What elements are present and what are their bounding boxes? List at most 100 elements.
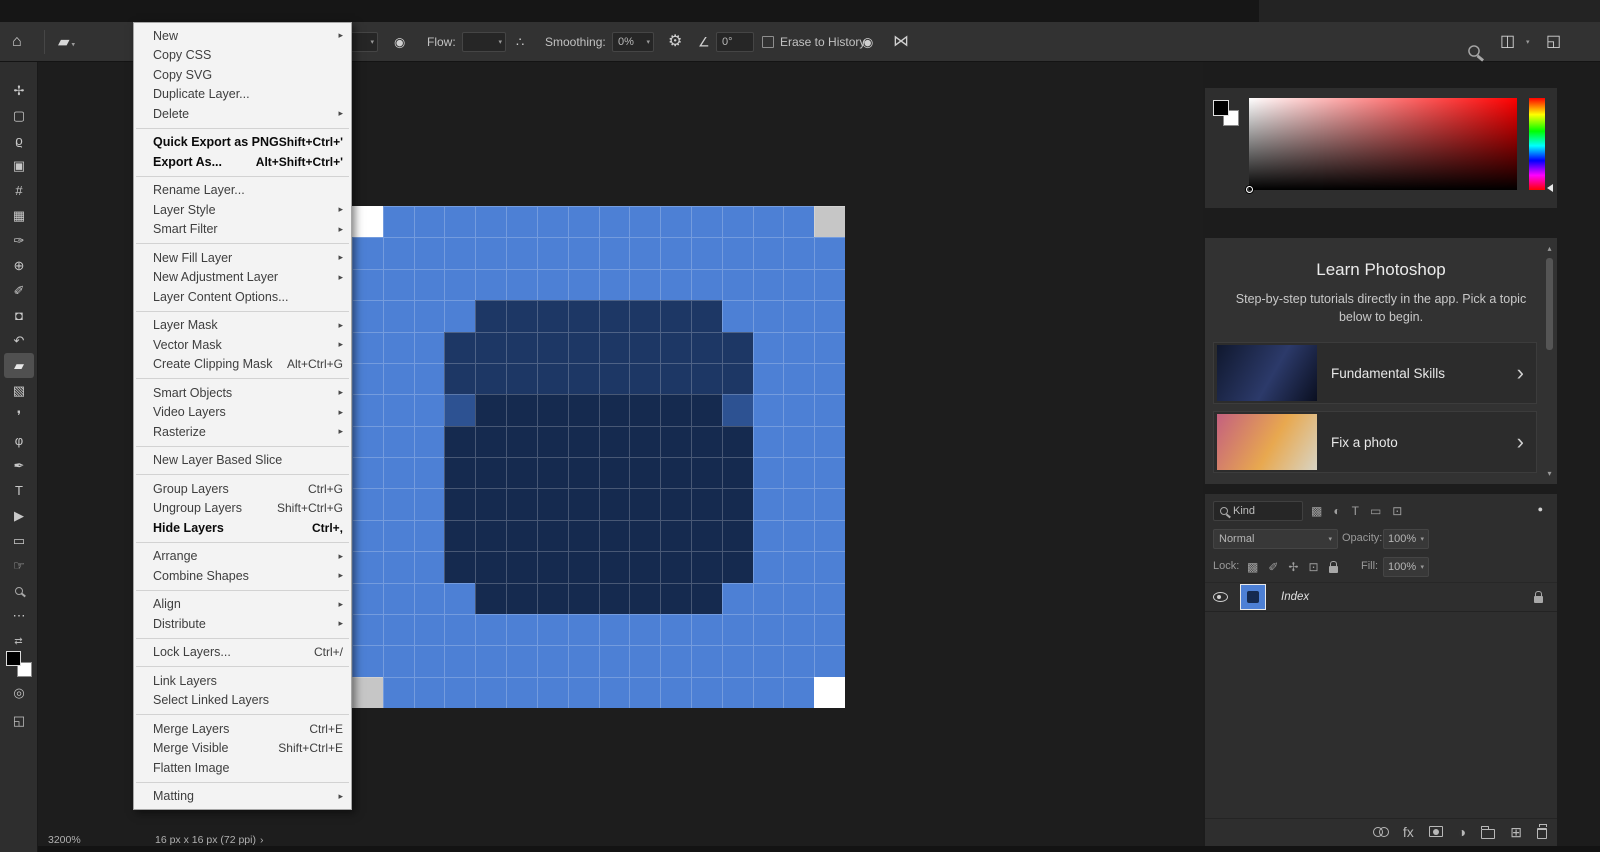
scroll-up-icon[interactable]: ▴ bbox=[1544, 244, 1555, 253]
pen-tool[interactable]: ✒ bbox=[0, 453, 38, 478]
learn-topic-fix-a-photo[interactable]: Fix a photo › bbox=[1213, 411, 1537, 473]
color-swatch-control[interactable] bbox=[5, 651, 32, 677]
frame-tool[interactable]: ▦ bbox=[0, 203, 38, 228]
menu-item-distribute[interactable]: Distribute ▸ bbox=[134, 614, 351, 634]
menu-item-link-layers[interactable]: Link Layers bbox=[134, 671, 351, 691]
menu-item-merge-layers[interactable]: Merge Layers Ctrl+E bbox=[134, 719, 351, 739]
menu-item-layer-mask[interactable]: Layer Mask ▸ bbox=[134, 316, 351, 336]
brush-tool[interactable]: ✐ bbox=[0, 278, 38, 303]
menu-item-hide-layers[interactable]: Hide Layers Ctrl+, bbox=[134, 518, 351, 538]
swap-colors-icon[interactable]: ⇄ bbox=[0, 636, 37, 647]
filter-shape-icon[interactable]: ▭ bbox=[1370, 502, 1381, 520]
hue-slider[interactable] bbox=[1529, 98, 1553, 192]
gradient-tool[interactable]: ▧ bbox=[0, 378, 38, 403]
menu-item-group-layers[interactable]: Group Layers Ctrl+G bbox=[134, 479, 351, 499]
document-canvas[interactable] bbox=[352, 206, 845, 708]
fill-input[interactable]: 100% ▾ bbox=[1383, 557, 1429, 577]
link-layers-icon[interactable] bbox=[1372, 826, 1389, 837]
lasso-tool[interactable]: ϱ bbox=[0, 128, 38, 153]
scrollbar[interactable]: ▴ ▾ bbox=[1544, 244, 1555, 478]
opacity-input[interactable]: 100% ▾ bbox=[1383, 529, 1429, 549]
menu-item-video-layers[interactable]: Video Layers ▸ bbox=[134, 403, 351, 423]
new-layer-icon[interactable]: ⊞ bbox=[1510, 825, 1522, 839]
menu-item-delete[interactable]: Delete ▸ bbox=[134, 104, 351, 124]
menu-item-quick-export-as-png[interactable]: Quick Export as PNG Shift+Ctrl+' bbox=[134, 133, 351, 153]
rectangular-marquee-tool[interactable]: ▢ bbox=[0, 103, 38, 128]
lock-artboard-icon[interactable]: ⊡ bbox=[1308, 558, 1318, 576]
menu-item-combine-shapes[interactable]: Combine Shapes ▸ bbox=[134, 566, 351, 586]
panel-color-swatches[interactable] bbox=[1213, 100, 1239, 126]
visibility-eye-icon[interactable] bbox=[1212, 592, 1228, 602]
menu-item-rasterize[interactable]: Rasterize ▸ bbox=[134, 422, 351, 442]
paint-symmetry-icon[interactable]: ⋈ bbox=[893, 33, 909, 50]
menu-item-matting[interactable]: Matting ▸ bbox=[134, 787, 351, 807]
filter-type-icon[interactable]: T bbox=[1352, 502, 1359, 520]
spot-healing-brush-tool[interactable]: ⊕ bbox=[0, 253, 38, 278]
menu-item-align[interactable]: Align ▸ bbox=[134, 595, 351, 615]
scrollbar-thumb[interactable] bbox=[1546, 258, 1553, 350]
menu-item-smart-filter[interactable]: Smart Filter ▸ bbox=[134, 220, 351, 240]
filter-image-icon[interactable]: ▩ bbox=[1311, 502, 1322, 520]
foreground-color-swatch[interactable] bbox=[5, 651, 21, 666]
lock-all-icon[interactable] bbox=[1328, 561, 1338, 573]
airbrush-icon[interactable]: ∴ bbox=[516, 35, 524, 48]
history-brush-tool[interactable]: ↶ bbox=[0, 328, 38, 353]
dock-panel-icon[interactable]: ◱ bbox=[1546, 33, 1561, 50]
menu-item-ungroup-layers[interactable]: Ungroup Layers Shift+Ctrl+G bbox=[134, 499, 351, 519]
menu-item-rename-layer[interactable]: Rename Layer... bbox=[134, 181, 351, 201]
clone-stamp-tool[interactable]: ◘ bbox=[0, 303, 38, 328]
zoom-level[interactable]: 3200% bbox=[48, 834, 81, 846]
eraser-tool[interactable]: ▰ bbox=[4, 353, 34, 378]
menu-item-layer-content-options[interactable]: Layer Content Options... bbox=[134, 287, 351, 307]
menu-item-flatten-image[interactable]: Flatten Image bbox=[134, 758, 351, 778]
learn-topic-fundamental-skills[interactable]: Fundamental Skills › bbox=[1213, 342, 1537, 404]
layer-name[interactable]: Index bbox=[1281, 591, 1309, 603]
type-tool[interactable]: T bbox=[0, 478, 38, 503]
menu-item-create-clipping-mask[interactable]: Create Clipping Mask Alt+Ctrl+G bbox=[134, 355, 351, 375]
menu-item-new-fill-layer[interactable]: New Fill Layer ▸ bbox=[134, 248, 351, 268]
new-group-icon[interactable] bbox=[1481, 825, 1496, 839]
menu-item-new-adjustment-layer[interactable]: New Adjustment Layer ▸ bbox=[134, 268, 351, 288]
smoothing-input[interactable]: 0% ▾ bbox=[612, 31, 654, 52]
menu-item-new[interactable]: New ▸ bbox=[134, 26, 351, 46]
new-adjustment-layer-icon[interactable]: ◑ bbox=[1458, 825, 1466, 839]
lock-transparency-icon[interactable]: ▩ bbox=[1247, 558, 1258, 576]
opacity-dropdown[interactable]: ▾ bbox=[348, 31, 378, 52]
layer-style-fx-icon[interactable]: fx bbox=[1403, 825, 1414, 839]
dodge-tool[interactable]: φ bbox=[0, 428, 38, 453]
menu-item-copy-svg[interactable]: Copy SVG bbox=[134, 65, 351, 85]
tool-preset-picker[interactable]: ▰ ▾ bbox=[58, 34, 75, 49]
filter-toggle-icon[interactable]: ● bbox=[1538, 504, 1543, 514]
filter-smart-object-icon[interactable]: ⊡ bbox=[1392, 502, 1402, 520]
menu-item-arrange[interactable]: Arrange ▸ bbox=[134, 547, 351, 567]
quick-mask-button[interactable]: ◎ bbox=[0, 681, 38, 705]
menu-item-copy-css[interactable]: Copy CSS bbox=[134, 46, 351, 66]
workspace-icon[interactable]: ◫ bbox=[1500, 33, 1515, 50]
search-icon[interactable] bbox=[1468, 44, 1480, 57]
saturation-brightness-field[interactable] bbox=[1246, 98, 1517, 193]
layer-filter-search[interactable]: Kind bbox=[1213, 501, 1303, 521]
blend-mode-select[interactable]: Normal ▾ bbox=[1213, 529, 1338, 549]
foreground-color-swatch[interactable] bbox=[1213, 100, 1229, 116]
erase-to-history-checkbox[interactable] bbox=[762, 35, 774, 48]
brush-angle-input[interactable]: 0° bbox=[716, 31, 754, 52]
hand-tool[interactable]: ☞ bbox=[0, 553, 38, 578]
menu-item-duplicate-layer[interactable]: Duplicate Layer... bbox=[134, 85, 351, 105]
add-layer-mask-icon[interactable] bbox=[1428, 826, 1443, 837]
scroll-down-icon[interactable]: ▾ bbox=[1544, 469, 1555, 478]
path-selection-tool[interactable]: ▶ bbox=[0, 503, 38, 528]
menu-item-merge-visible[interactable]: Merge Visible Shift+Ctrl+E bbox=[134, 739, 351, 759]
lock-paint-icon[interactable]: ✐ bbox=[1268, 558, 1278, 576]
menu-item-smart-objects[interactable]: Smart Objects ▸ bbox=[134, 383, 351, 403]
menu-item-export-as[interactable]: Export As... Alt+Shift+Ctrl+' bbox=[134, 152, 351, 172]
layer-thumbnail[interactable] bbox=[1240, 584, 1266, 610]
menu-item-new-layer-based-slice[interactable]: New Layer Based Slice bbox=[134, 451, 351, 471]
blur-tool[interactable]: ❜ bbox=[0, 403, 38, 428]
zoom-tool[interactable] bbox=[0, 578, 38, 603]
filter-adjustment-icon[interactable]: ◐ bbox=[1333, 502, 1340, 520]
chevron-down-icon[interactable]: ▾ bbox=[1523, 38, 1530, 46]
delete-layer-icon[interactable] bbox=[1537, 823, 1547, 839]
hue-slider-marker[interactable] bbox=[1547, 184, 1553, 192]
eyedropper-tool[interactable]: ✑ bbox=[0, 228, 38, 253]
crop-tool[interactable]: # bbox=[0, 178, 38, 203]
